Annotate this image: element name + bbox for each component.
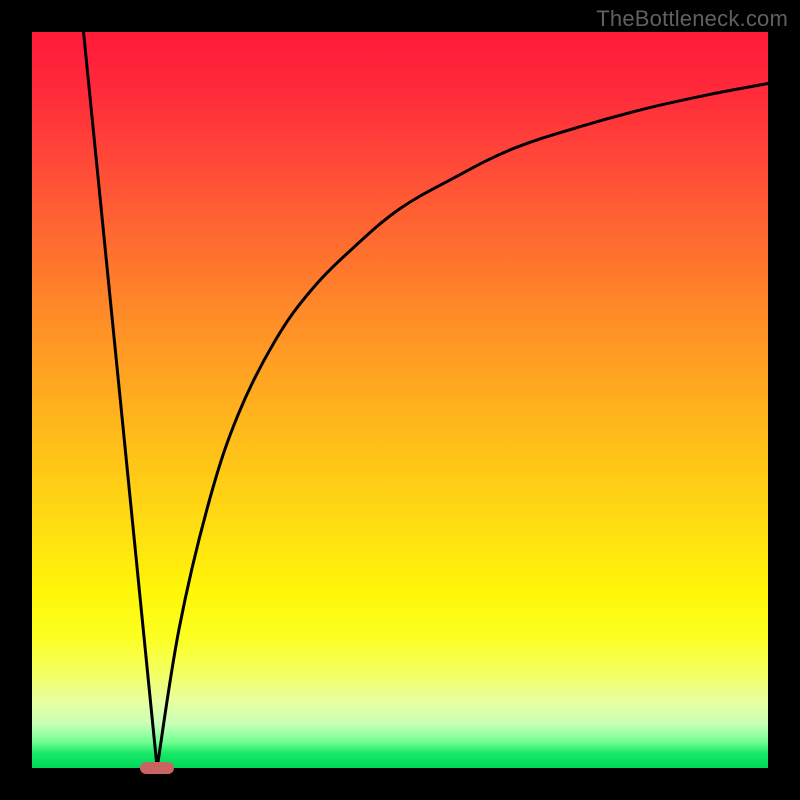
curve-layer [32,32,768,768]
watermark-text: TheBottleneck.com [596,6,788,32]
bottleneck-marker [140,762,174,774]
plot-area [32,32,768,768]
series-right-curve [157,84,768,768]
chart-frame: TheBottleneck.com [0,0,800,800]
series-left-line [84,32,158,768]
